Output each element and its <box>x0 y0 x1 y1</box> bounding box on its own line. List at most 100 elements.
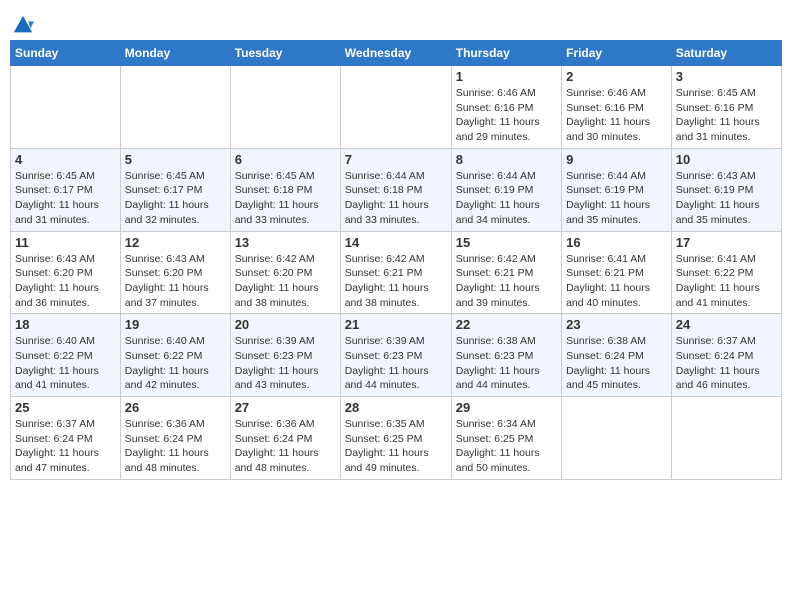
calendar-cell: 17 Sunrise: 6:41 AMSunset: 6:22 PMDayligh… <box>671 231 781 314</box>
calendar-cell: 3 Sunrise: 6:45 AMSunset: 6:16 PMDaylight… <box>671 66 781 149</box>
calendar-cell <box>340 66 451 149</box>
day-info: Sunrise: 6:34 AMSunset: 6:25 PMDaylight:… <box>456 417 557 476</box>
day-number: 7 <box>345 152 447 167</box>
day-info: Sunrise: 6:42 AMSunset: 6:21 PMDaylight:… <box>345 252 447 311</box>
calendar-cell: 16 Sunrise: 6:41 AMSunset: 6:21 PMDayligh… <box>562 231 672 314</box>
day-info: Sunrise: 6:36 AMSunset: 6:24 PMDaylight:… <box>235 417 336 476</box>
day-info: Sunrise: 6:40 AMSunset: 6:22 PMDaylight:… <box>15 334 116 393</box>
day-info: Sunrise: 6:46 AMSunset: 6:16 PMDaylight:… <box>456 86 557 145</box>
day-info: Sunrise: 6:38 AMSunset: 6:23 PMDaylight:… <box>456 334 557 393</box>
day-info: Sunrise: 6:36 AMSunset: 6:24 PMDaylight:… <box>125 417 226 476</box>
day-info: Sunrise: 6:43 AMSunset: 6:20 PMDaylight:… <box>15 252 116 311</box>
day-number: 1 <box>456 69 557 84</box>
day-info: Sunrise: 6:35 AMSunset: 6:25 PMDaylight:… <box>345 417 447 476</box>
day-info: Sunrise: 6:39 AMSunset: 6:23 PMDaylight:… <box>345 334 447 393</box>
day-number: 9 <box>566 152 667 167</box>
day-number: 18 <box>15 317 116 332</box>
calendar-cell: 8 Sunrise: 6:44 AMSunset: 6:19 PMDaylight… <box>451 148 561 231</box>
day-number: 8 <box>456 152 557 167</box>
day-number: 23 <box>566 317 667 332</box>
day-header-wednesday: Wednesday <box>340 41 451 66</box>
logo <box>10 14 34 36</box>
calendar-cell: 29Sunrise: 6:34 AMSunset: 6:25 PMDayligh… <box>451 397 561 480</box>
calendar-cell <box>11 66 121 149</box>
calendar-cell: 28 Sunrise: 6:35 AMSunset: 6:25 PMDayligh… <box>340 397 451 480</box>
calendar-cell: 10 Sunrise: 6:43 AMSunset: 6:19 PMDayligh… <box>671 148 781 231</box>
calendar-cell: 25 Sunrise: 6:37 AMSunset: 6:24 PMDayligh… <box>11 397 121 480</box>
calendar-cell: 12 Sunrise: 6:43 AMSunset: 6:20 PMDayligh… <box>120 231 230 314</box>
calendar-cell: 19 Sunrise: 6:40 AMSunset: 6:22 PMDayligh… <box>120 314 230 397</box>
calendar-cell: 14 Sunrise: 6:42 AMSunset: 6:21 PMDayligh… <box>340 231 451 314</box>
day-number: 24 <box>676 317 777 332</box>
day-info: Sunrise: 6:44 AMSunset: 6:19 PMDaylight:… <box>566 169 667 228</box>
calendar-cell: 15 Sunrise: 6:42 AMSunset: 6:21 PMDayligh… <box>451 231 561 314</box>
day-number: 14 <box>345 235 447 250</box>
calendar-cell: 2Sunrise: 6:46 AMSunset: 6:16 PMDaylight… <box>562 66 672 149</box>
day-header-thursday: Thursday <box>451 41 561 66</box>
day-info: Sunrise: 6:45 AMSunset: 6:18 PMDaylight:… <box>235 169 336 228</box>
calendar-cell <box>230 66 340 149</box>
day-number: 20 <box>235 317 336 332</box>
day-header-monday: Monday <box>120 41 230 66</box>
day-info: Sunrise: 6:45 AMSunset: 6:16 PMDaylight:… <box>676 86 777 145</box>
calendar-cell <box>562 397 672 480</box>
header <box>10 10 782 36</box>
day-info: Sunrise: 6:43 AMSunset: 6:19 PMDaylight:… <box>676 169 777 228</box>
day-number: 27 <box>235 400 336 415</box>
day-info: Sunrise: 6:42 AMSunset: 6:21 PMDaylight:… <box>456 252 557 311</box>
day-number: 13 <box>235 235 336 250</box>
day-info: Sunrise: 6:40 AMSunset: 6:22 PMDaylight:… <box>125 334 226 393</box>
day-info: Sunrise: 6:44 AMSunset: 6:18 PMDaylight:… <box>345 169 447 228</box>
calendar-cell: 20 Sunrise: 6:39 AMSunset: 6:23 PMDayligh… <box>230 314 340 397</box>
calendar-cell: 4Sunrise: 6:45 AMSunset: 6:17 PMDaylight… <box>11 148 121 231</box>
day-number: 11 <box>15 235 116 250</box>
day-info: Sunrise: 6:46 AMSunset: 6:16 PMDaylight:… <box>566 86 667 145</box>
day-number: 6 <box>235 152 336 167</box>
calendar-cell: 6 Sunrise: 6:45 AMSunset: 6:18 PMDaylight… <box>230 148 340 231</box>
day-header-tuesday: Tuesday <box>230 41 340 66</box>
calendar-cell: 11 Sunrise: 6:43 AMSunset: 6:20 PMDayligh… <box>11 231 121 314</box>
day-info: Sunrise: 6:43 AMSunset: 6:20 PMDaylight:… <box>125 252 226 311</box>
calendar-cell: 22 Sunrise: 6:38 AMSunset: 6:23 PMDayligh… <box>451 314 561 397</box>
calendar-cell: 7 Sunrise: 6:44 AMSunset: 6:18 PMDaylight… <box>340 148 451 231</box>
calendar-cell <box>120 66 230 149</box>
day-info: Sunrise: 6:42 AMSunset: 6:20 PMDaylight:… <box>235 252 336 311</box>
day-number: 12 <box>125 235 226 250</box>
day-number: 28 <box>345 400 447 415</box>
calendar-week-1: 1 Sunrise: 6:46 AMSunset: 6:16 PMDaylight… <box>11 66 782 149</box>
day-number: 16 <box>566 235 667 250</box>
day-info: Sunrise: 6:38 AMSunset: 6:24 PMDaylight:… <box>566 334 667 393</box>
day-info: Sunrise: 6:41 AMSunset: 6:21 PMDaylight:… <box>566 252 667 311</box>
calendar-table: SundayMondayTuesdayWednesdayThursdayFrid… <box>10 40 782 480</box>
day-number: 3 <box>676 69 777 84</box>
day-info: Sunrise: 6:45 AMSunset: 6:17 PMDaylight:… <box>125 169 226 228</box>
calendar-cell: 26Sunrise: 6:36 AMSunset: 6:24 PMDayligh… <box>120 397 230 480</box>
calendar-week-3: 11 Sunrise: 6:43 AMSunset: 6:20 PMDayligh… <box>11 231 782 314</box>
calendar-cell: 27 Sunrise: 6:36 AMSunset: 6:24 PMDayligh… <box>230 397 340 480</box>
day-number: 25 <box>15 400 116 415</box>
day-number: 10 <box>676 152 777 167</box>
calendar-cell: 23 Sunrise: 6:38 AMSunset: 6:24 PMDayligh… <box>562 314 672 397</box>
day-info: Sunrise: 6:41 AMSunset: 6:22 PMDaylight:… <box>676 252 777 311</box>
day-number: 19 <box>125 317 226 332</box>
calendar-cell: 24 Sunrise: 6:37 AMSunset: 6:24 PMDayligh… <box>671 314 781 397</box>
day-info: Sunrise: 6:39 AMSunset: 6:23 PMDaylight:… <box>235 334 336 393</box>
calendar-week-4: 18 Sunrise: 6:40 AMSunset: 6:22 PMDayligh… <box>11 314 782 397</box>
day-info: Sunrise: 6:44 AMSunset: 6:19 PMDaylight:… <box>456 169 557 228</box>
calendar-cell: 9 Sunrise: 6:44 AMSunset: 6:19 PMDaylight… <box>562 148 672 231</box>
logo-icon <box>12 14 34 36</box>
day-header-saturday: Saturday <box>671 41 781 66</box>
day-number: 22 <box>456 317 557 332</box>
calendar-cell <box>671 397 781 480</box>
day-info: Sunrise: 6:37 AMSunset: 6:24 PMDaylight:… <box>676 334 777 393</box>
day-number: 15 <box>456 235 557 250</box>
day-number: 4 <box>15 152 116 167</box>
calendar-cell: 13 Sunrise: 6:42 AMSunset: 6:20 PMDayligh… <box>230 231 340 314</box>
calendar-cell: 21Sunrise: 6:39 AMSunset: 6:23 PMDayligh… <box>340 314 451 397</box>
calendar-week-5: 25 Sunrise: 6:37 AMSunset: 6:24 PMDayligh… <box>11 397 782 480</box>
day-header-sunday: Sunday <box>11 41 121 66</box>
day-info: Sunrise: 6:37 AMSunset: 6:24 PMDaylight:… <box>15 417 116 476</box>
calendar-header-row: SundayMondayTuesdayWednesdayThursdayFrid… <box>11 41 782 66</box>
day-number: 17 <box>676 235 777 250</box>
calendar-week-2: 4 Sunrise: 6:45 AMSunset: 6:17 PMDaylight… <box>11 148 782 231</box>
